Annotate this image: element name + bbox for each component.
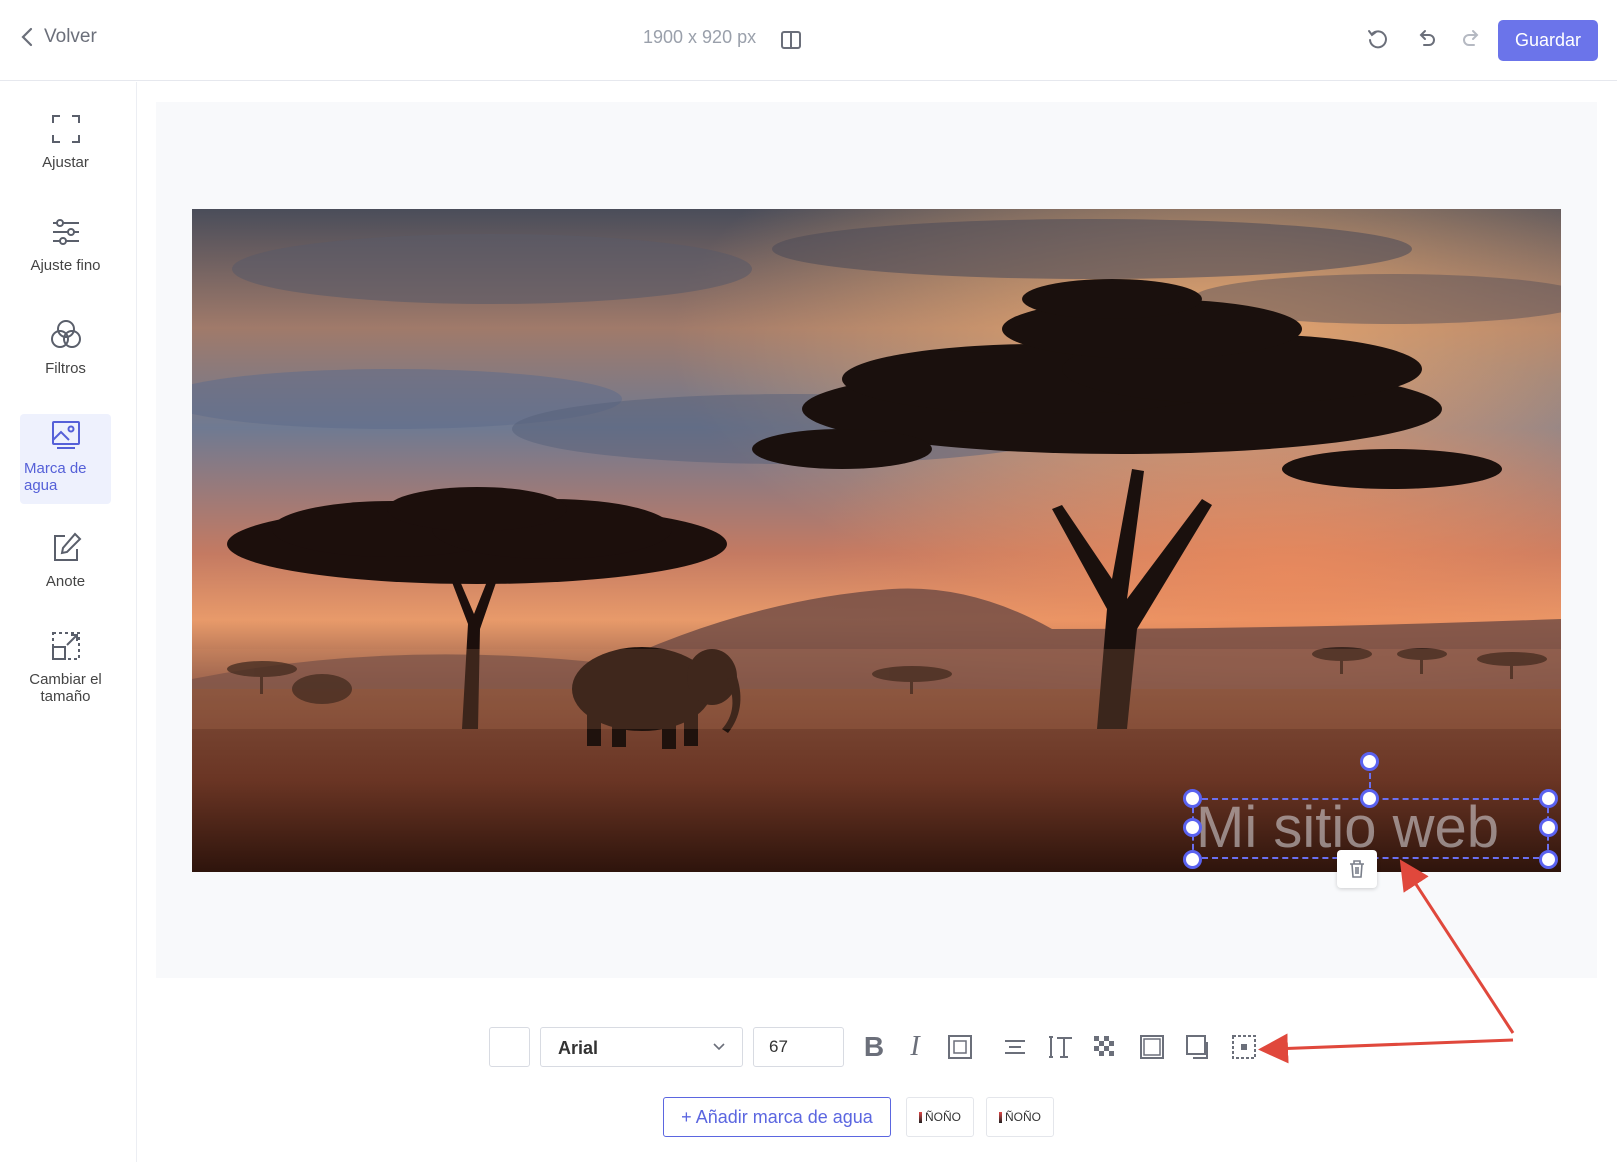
sidebar-item-label: Anote (45, 573, 86, 590)
sidebar-item-label: Filtros (45, 360, 86, 377)
position-icon (1232, 1035, 1256, 1059)
sidebar-item-marca-de-agua[interactable]: Marca de agua (20, 414, 111, 504)
edited-photo[interactable] (192, 209, 1561, 872)
shadow-button[interactable] (1184, 1033, 1212, 1061)
border-icon (1140, 1035, 1164, 1059)
tool-sidebar: Ajustar Ajuste fino Filtros Marca de agu… (0, 82, 137, 1162)
resize-icon (51, 632, 80, 660)
preset-label: ÑOÑO (925, 1110, 961, 1124)
add-watermark-button[interactable]: + Añadir marca de agua (663, 1097, 891, 1137)
sidebar-item-label: Ajuste fino (30, 257, 101, 274)
watermark-actions: + Añadir marca de agua ÑOÑO ÑOÑO (0, 1097, 1617, 1137)
align-center-button[interactable] (1001, 1033, 1029, 1061)
shadow-icon (1186, 1035, 1208, 1059)
align-center-icon (1005, 1040, 1025, 1054)
font-family-select[interactable]: Arial (540, 1027, 743, 1067)
italic-button[interactable]: I (901, 1031, 929, 1062)
sidebar-item-filtros[interactable]: Filtros (20, 318, 111, 377)
undo-icon[interactable] (1414, 27, 1438, 51)
watermark-preset[interactable]: ÑOÑO (986, 1097, 1054, 1137)
sidebar-item-label: Marca de agua (24, 460, 87, 494)
bold-button[interactable]: B (860, 1031, 888, 1062)
preset-logo-icon (999, 1111, 1002, 1123)
font-family-value: Arial (558, 1038, 599, 1058)
resize-handle-top-right[interactable] (1539, 789, 1558, 808)
sidebar-item-anote[interactable]: Anote (20, 531, 111, 590)
sidebar-item-label: Ajustar (42, 154, 89, 171)
resize-handle-right[interactable] (1539, 818, 1558, 837)
transparency-checker-icon (1094, 1036, 1114, 1056)
text-color-swatch[interactable] (489, 1027, 530, 1067)
sidebar-item-label: Cambiar el tamaño (29, 671, 102, 705)
text-size-button[interactable] (1047, 1033, 1075, 1061)
save-button[interactable]: Guardar (1498, 20, 1598, 61)
back-button[interactable]: Volver (20, 26, 97, 48)
reset-icon[interactable] (1366, 27, 1390, 51)
back-label: Volver (44, 26, 97, 47)
sliders-icon (52, 219, 79, 245)
edit-pencil-icon (53, 532, 81, 561)
resize-handle-top-left[interactable] (1183, 789, 1202, 808)
chevron-left-icon (21, 27, 33, 47)
resize-handle-left[interactable] (1183, 818, 1202, 837)
compare-icon[interactable] (780, 30, 802, 50)
sidebar-item-cambiar-tamano[interactable]: Cambiar el tamaño (20, 629, 111, 705)
watermark-preset[interactable]: ÑOÑO (906, 1097, 974, 1137)
resize-handle-bottom-right[interactable] (1539, 850, 1558, 869)
preset-logo-icon (919, 1111, 922, 1123)
font-size-input[interactable] (753, 1027, 844, 1067)
trash-icon (1350, 860, 1364, 878)
sidebar-item-ajuste-fino[interactable]: Ajuste fino (20, 215, 111, 274)
rotate-handle[interactable] (1360, 752, 1379, 771)
border-button[interactable] (1138, 1033, 1166, 1061)
image-dimensions: 1900 x 920 px (643, 27, 757, 47)
opacity-button[interactable] (1091, 1033, 1119, 1061)
delete-watermark-button[interactable] (1337, 850, 1377, 888)
preset-label: ÑOÑO (1005, 1110, 1041, 1124)
watermark-format-toolbar: Arial B I (0, 1027, 1617, 1067)
chevron-down-icon (713, 1043, 725, 1051)
position-button[interactable] (1230, 1033, 1258, 1061)
crop-frame-icon (51, 115, 80, 143)
resize-handle-bottom-left[interactable] (1183, 850, 1202, 869)
text-frame-button[interactable] (946, 1033, 974, 1061)
watermark-image-icon (51, 421, 80, 449)
sidebar-item-ajustar[interactable]: Ajustar (20, 112, 111, 171)
text-height-icon (1049, 1036, 1072, 1058)
filters-circles-icon (50, 320, 81, 348)
frame-icon (948, 1035, 972, 1059)
redo-icon[interactable] (1460, 27, 1484, 51)
top-bar: Volver 1900 x 920 px Guardar (0, 0, 1617, 81)
resize-handle-top[interactable] (1360, 789, 1379, 808)
